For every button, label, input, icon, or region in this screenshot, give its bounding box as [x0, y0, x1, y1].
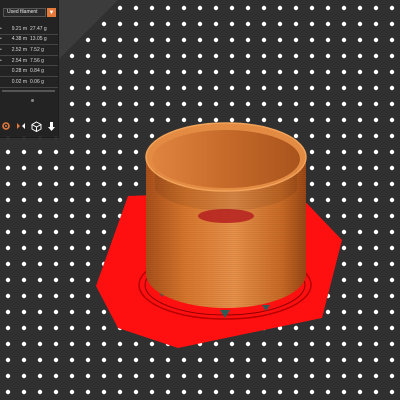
filament-weight: 0.06 g [30, 78, 44, 85]
layer-slider-track[interactable] [2, 90, 55, 92]
slice-stats-panel: Used filament ▼ • 9.21 m 27.47 g • 4.38 … [0, 0, 59, 138]
filament-length: 4.38 m [11, 36, 27, 43]
settings-icon[interactable] [0, 120, 12, 132]
used-filament-title: Used filament [3, 8, 46, 17]
filament-length: 2.52 m [11, 46, 27, 53]
stat-row: • 2.54 m 7.56 g [0, 56, 58, 67]
filament-weight: 13.05 g [30, 36, 47, 43]
stat-row: 0.28 m 0.84 g [0, 66, 58, 77]
printed-cylinder-model[interactable] [145, 122, 307, 308]
view-toolbar [0, 119, 58, 133]
stat-row: • 9.21 m 27.47 g [0, 24, 58, 35]
stat-row: 0.02 m 0.06 g [0, 77, 58, 88]
cube-view-icon[interactable] [30, 120, 42, 132]
filament-length: 0.28 m [11, 68, 27, 75]
filament-length: 0.02 m [11, 78, 27, 85]
export-icon[interactable] [45, 120, 57, 132]
filament-length: 2.54 m [11, 57, 27, 64]
stat-row: • 4.38 m 13.05 g [0, 35, 58, 46]
filament-stats-list: • 9.21 m 27.47 g • 4.38 m 13.05 g • 2.52… [0, 24, 58, 88]
stats-header: Used filament ▼ [0, 6, 58, 19]
mirror-icon[interactable] [15, 120, 27, 132]
stat-row: • 2.52 m 7.52 g [0, 45, 58, 56]
filament-weight: 27.47 g [30, 25, 47, 32]
print-bed-scene[interactable] [0, 0, 400, 400]
filament-weight: 7.52 g [30, 46, 44, 53]
layer-slider-handle[interactable] [31, 99, 34, 102]
filament-length: 9.21 m [11, 25, 27, 32]
3d-viewport[interactable] [0, 0, 400, 400]
filament-weight: 0.84 g [30, 68, 44, 75]
triangle-down-icon[interactable]: ▼ [47, 8, 56, 17]
filament-weight: 7.56 g [30, 57, 44, 64]
